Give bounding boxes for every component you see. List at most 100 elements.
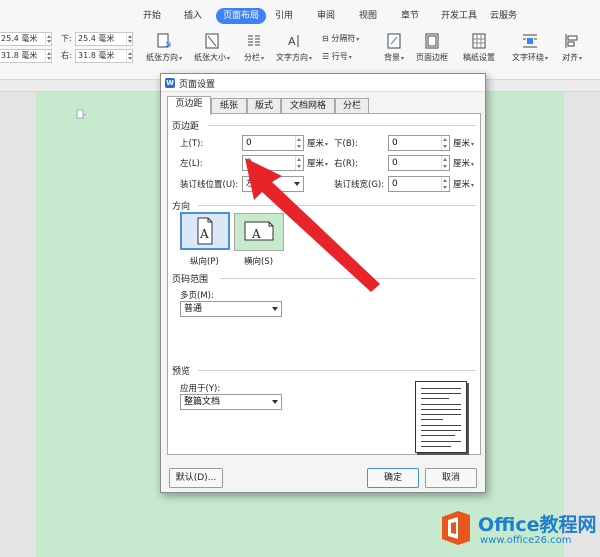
- tab-references[interactable]: 引用: [272, 8, 296, 24]
- right-unit[interactable]: 厘米▾: [453, 157, 474, 169]
- dialog-tabs: 页边距 纸张 版式 文档网格 分栏: [167, 96, 483, 115]
- watermark-url: www.office26.com: [480, 535, 572, 546]
- gutter-position-select[interactable]: 左: [242, 176, 304, 192]
- bottom-input[interactable]: 0: [388, 135, 450, 151]
- left-margin-spinner[interactable]: [45, 50, 51, 62]
- top-unit[interactable]: 厘米▾: [307, 137, 328, 149]
- tab-page-layout[interactable]: 页面布局: [216, 8, 267, 24]
- right-unit-text: 厘米: [453, 159, 471, 169]
- right-label: 右(R):: [334, 159, 358, 169]
- top-spinner[interactable]: [295, 136, 303, 150]
- top-margin-spinner[interactable]: [45, 33, 51, 45]
- preview-section-title: 预览: [172, 367, 191, 377]
- line-numbers-label: 行号: [331, 52, 348, 61]
- bottom-value: 0: [392, 138, 398, 148]
- dialog-tab-doc-grid[interactable]: 文档网格: [281, 98, 335, 114]
- background-icon: [387, 33, 401, 49]
- office-logo-icon: [442, 511, 470, 545]
- gutter-unit-text: 厘米: [453, 180, 471, 190]
- bottom-margin-spinner[interactable]: [126, 33, 132, 45]
- default-button[interactable]: 默认(D)...: [169, 468, 223, 488]
- tab-developer[interactable]: 开发工具: [438, 8, 480, 24]
- dialog-tab-layout[interactable]: 版式: [247, 98, 281, 114]
- bottom-spinner[interactable]: [441, 136, 449, 150]
- draft-settings-button[interactable]: 稿纸设置: [460, 32, 498, 63]
- gutter-unit[interactable]: 厘米▾: [453, 178, 474, 190]
- draft-settings-label: 稿纸设置: [463, 53, 495, 62]
- background-label: 背景: [383, 53, 400, 62]
- right-spinner[interactable]: [441, 156, 449, 170]
- left-input[interactable]: 0: [242, 155, 304, 171]
- gutter-spinner[interactable]: [441, 177, 449, 191]
- right-value: 0: [392, 158, 398, 168]
- cancel-button[interactable]: 取消: [425, 468, 477, 488]
- left-unit[interactable]: 厘米▾: [307, 157, 328, 169]
- page-border-icon: [425, 33, 439, 49]
- left-spinner[interactable]: [295, 156, 303, 170]
- top-margin-input[interactable]: 25.4 毫米: [0, 32, 52, 46]
- portrait-page-icon: A: [197, 217, 213, 245]
- bottom-unit[interactable]: 厘米▾: [453, 137, 474, 149]
- svg-text:A: A: [288, 35, 296, 48]
- left-margin-input[interactable]: 31.8 毫米: [0, 49, 52, 63]
- preview-line: [421, 425, 461, 426]
- breaks-button[interactable]: ⊟ 分隔符▾: [322, 32, 359, 46]
- tab-cloud[interactable]: 云服务: [487, 8, 520, 24]
- bottom-margin-input[interactable]: 25.4 毫米: [75, 32, 133, 46]
- page-orientation-icon: [157, 33, 171, 48]
- page-preview: [415, 381, 467, 453]
- apply-to-label: 应用于(Y):: [180, 384, 221, 394]
- preview-line: [421, 430, 461, 431]
- page-size-icon: [205, 33, 219, 49]
- ribbon: 开始 插入 页面布局 引用 审阅 视图 章节 开发工具 云服务 25.4 毫米 …: [0, 0, 600, 80]
- text-wrap-icon: [523, 34, 537, 48]
- right-margin-spinner[interactable]: [126, 50, 132, 62]
- multiple-pages-select[interactable]: 普通: [180, 301, 282, 317]
- watermark-title: Office教程网: [478, 514, 597, 536]
- line-numbers-button[interactable]: ☰ 行号▾: [322, 50, 352, 64]
- align-label: 对齐: [561, 53, 578, 62]
- tab-view[interactable]: 视图: [356, 8, 380, 24]
- tab-chapter[interactable]: 章节: [398, 8, 422, 24]
- ok-button[interactable]: 确定: [367, 468, 419, 488]
- dialog-titlebar[interactable]: W 页面设置: [161, 74, 485, 92]
- background-button[interactable]: 背景▾: [380, 32, 408, 63]
- page-orientation-button[interactable]: 纸张方向▾: [145, 32, 183, 63]
- portrait-option[interactable]: A: [180, 212, 230, 250]
- columns-label: 分栏: [243, 53, 260, 62]
- gutter-input[interactable]: 0: [388, 176, 450, 192]
- preview-line: [421, 388, 461, 389]
- apply-to-value: 整篇文档: [184, 397, 221, 407]
- tab-review[interactable]: 审阅: [314, 8, 338, 24]
- right-margin-input[interactable]: 31.8 毫米: [75, 49, 133, 63]
- tab-start[interactable]: 开始: [140, 8, 164, 24]
- tab-insert[interactable]: 插入: [181, 8, 205, 24]
- page-orientation-label: 纸张方向: [145, 53, 178, 62]
- right-input[interactable]: 0: [388, 155, 450, 171]
- landscape-option[interactable]: A: [234, 213, 284, 251]
- page-border-button[interactable]: 页面边框: [413, 32, 451, 63]
- align-button[interactable]: 对齐▾: [558, 32, 586, 63]
- page-range-section-title: 页码范围: [172, 275, 209, 285]
- bottom-margin-label: 下:: [61, 34, 72, 43]
- gutter-position-label: 装订线位置(U):: [180, 180, 239, 190]
- gutter-position-value: 左: [246, 179, 256, 189]
- apply-to-select[interactable]: 整篇文档: [180, 394, 282, 410]
- chevron-down-icon: [294, 182, 300, 186]
- text-direction-icon: A: [288, 35, 299, 48]
- preview-line: [421, 435, 455, 436]
- left-value: 0: [246, 158, 252, 168]
- page-border-label: 页面边框: [416, 53, 448, 62]
- dialog-tab-margins[interactable]: 页边距: [167, 96, 211, 115]
- chevron-down-icon: [272, 400, 278, 404]
- dialog-tab-columns[interactable]: 分栏: [335, 98, 369, 114]
- top-label: 上(T):: [180, 139, 204, 149]
- page-size-button[interactable]: 纸张大小▾: [192, 32, 232, 63]
- top-input[interactable]: 0: [242, 135, 304, 151]
- chevron-down-icon: [272, 307, 278, 311]
- preview-line: [421, 393, 461, 394]
- dialog-tab-paper[interactable]: 纸张: [211, 98, 247, 114]
- columns-button[interactable]: 分栏▾: [240, 32, 268, 63]
- text-wrap-button[interactable]: 文字环绕▾: [508, 32, 552, 63]
- text-direction-button[interactable]: A 文字方向▾: [274, 32, 314, 63]
